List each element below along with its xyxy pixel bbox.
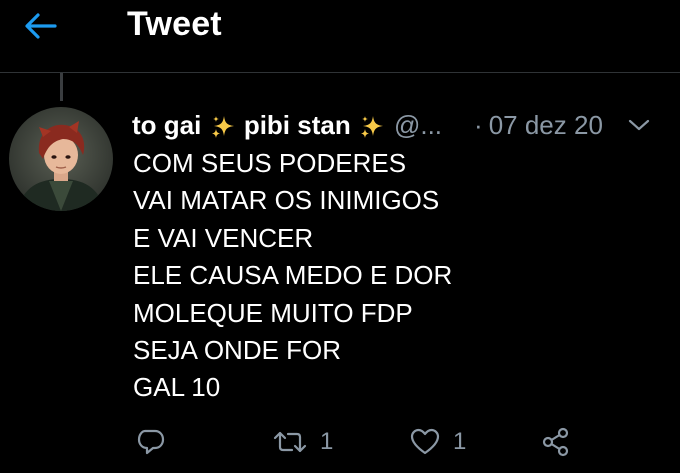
reply-button[interactable]	[136, 420, 166, 464]
app-header: Tweet	[0, 0, 680, 72]
tweet-body: COM SEUS PODERES VAI MATAR OS INIMIGOS E…	[133, 145, 653, 407]
separator-dot: ·	[474, 110, 483, 140]
tweet-actions-bar: 1 1	[0, 420, 680, 464]
author-display-name[interactable]: to gai pibi stan	[132, 108, 386, 142]
retweet-button[interactable]: 1	[272, 420, 333, 464]
avatar[interactable]	[9, 107, 113, 211]
thread-connector-line	[60, 73, 63, 101]
like-count: 1	[453, 428, 467, 455]
sparkles-emoji-icon	[359, 114, 385, 140]
tweet-line: SEJA ONDE FOR	[133, 335, 342, 366]
back-button[interactable]	[18, 6, 62, 46]
author-name-part1: to gai	[132, 110, 202, 140]
tweet-line: GAL 10	[133, 372, 221, 403]
retweet-count: 1	[320, 428, 334, 455]
tweet-line: MOLEQUE MUITO FDP	[133, 297, 413, 328]
arrow-left-icon	[23, 12, 57, 40]
header-divider	[0, 72, 680, 73]
retweet-icon	[272, 427, 308, 457]
tweet-line: E VAI VENCER	[133, 222, 314, 253]
more-options-button[interactable]	[624, 110, 654, 140]
tweet-line: ELE CAUSA MEDO E DOR	[133, 260, 453, 291]
tweet-line: COM SEUS PODERES	[133, 148, 407, 178]
share-button[interactable]	[540, 420, 572, 464]
tweet-line: VAI MATAR OS INIMIGOS	[133, 185, 440, 216]
chevron-down-icon	[628, 118, 650, 132]
author-handle[interactable]: @...	[394, 108, 442, 142]
tweet-date[interactable]: 07 dez 20	[489, 108, 603, 142]
reply-icon	[136, 427, 166, 457]
like-button[interactable]: 1	[409, 420, 466, 464]
heart-icon	[409, 427, 441, 457]
author-name-part2: pibi stan	[243, 110, 351, 140]
page-title: Tweet	[127, 5, 222, 43]
share-icon	[540, 426, 572, 458]
tweet-author-line: to gai pibi stan @... · 07 dez 20	[132, 108, 603, 142]
sparkles-emoji-icon	[210, 114, 236, 140]
tweet-detail-screen: Tweet to gai pibi stan @... · 07 dez 20 …	[0, 0, 680, 473]
